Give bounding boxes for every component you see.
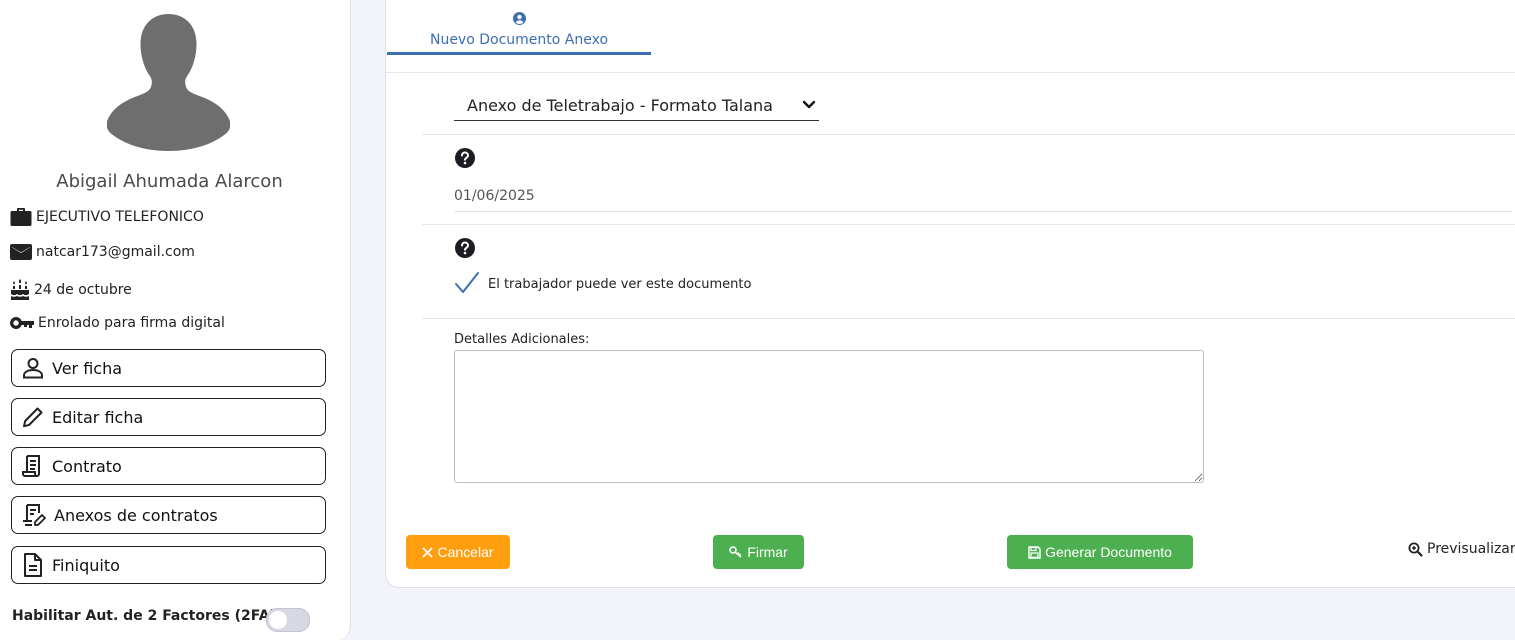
briefcase-icon — [10, 208, 32, 226]
template-select[interactable]: Anexo de Teletrabajo - Formato Talana — [454, 90, 819, 121]
toggle-knob — [269, 611, 287, 629]
details-textarea[interactable] — [454, 350, 1204, 483]
zoom-in-icon — [1408, 542, 1423, 557]
generate-document-button[interactable]: Generar Documento — [1007, 535, 1193, 569]
tab-label: Nuevo Documento Anexo — [429, 32, 609, 48]
sign-label: Firmar — [747, 544, 788, 560]
email-text: natcar173@gmail.com — [36, 244, 195, 260]
row-divider — [422, 134, 1515, 135]
user-circle-icon — [513, 12, 526, 25]
person-icon — [23, 358, 43, 379]
cake-icon — [11, 279, 29, 300]
birthday-row: 24 de octubre — [10, 279, 132, 301]
preview-label: Previsualizar — [1427, 541, 1515, 557]
edit-profile-button[interactable]: Editar ficha — [11, 398, 326, 436]
settlement-label: Finiquito — [52, 555, 120, 575]
row-divider — [422, 318, 1515, 319]
key-icon — [729, 546, 742, 558]
document-icon — [24, 553, 42, 577]
edit-profile-label: Editar ficha — [52, 407, 144, 427]
visibility-label[interactable]: El trabajador puede ver este documento — [488, 277, 751, 292]
two-factor-toggle[interactable] — [266, 608, 310, 632]
cancel-button[interactable]: Cancelar — [406, 535, 510, 569]
chevron-down-icon — [802, 100, 816, 109]
employee-name: Abigail Ahumada Alarcon — [56, 171, 283, 192]
contract-label: Contrato — [52, 456, 122, 476]
position-row: EJECUTIVO TELEFONICO — [10, 207, 204, 227]
email-row: natcar173@gmail.com — [10, 243, 195, 261]
date-field[interactable]: 01/06/2025 — [454, 181, 1512, 212]
envelope-icon — [10, 244, 32, 260]
question-circle-icon[interactable] — [455, 148, 475, 168]
pencil-icon — [23, 407, 43, 428]
signature-row: Enrolado para firma digital — [10, 315, 225, 331]
question-circle-icon[interactable] — [455, 238, 475, 258]
tab-divider — [386, 72, 1515, 73]
close-icon — [422, 546, 434, 558]
annexes-button[interactable]: Anexos de contratos — [11, 496, 326, 534]
person-silhouette-icon — [107, 14, 230, 151]
birthday-text: 24 de octubre — [34, 282, 132, 298]
contract-edit-icon — [23, 504, 46, 526]
annexes-label: Anexos de contratos — [54, 505, 218, 525]
tab-new-annex-document[interactable]: Nuevo Documento Anexo — [387, 1, 651, 55]
date-field-value: 01/06/2025 — [454, 188, 535, 204]
preview-button[interactable]: Previsualizar — [1408, 541, 1515, 557]
save-icon — [1028, 545, 1041, 559]
scroll-icon — [22, 455, 40, 477]
signature-text: Enrolado para firma digital — [38, 315, 225, 331]
document-card: Nuevo Documento Anexo Anexo de Teletraba… — [385, 0, 1515, 588]
template-select-value: Anexo de Teletrabajo - Formato Talana — [467, 95, 773, 115]
cancel-label: Cancelar — [437, 544, 494, 560]
row-divider — [422, 224, 1515, 225]
view-profile-label: Ver ficha — [52, 358, 123, 378]
contract-button[interactable]: Contrato — [11, 447, 326, 485]
profile-sidebar: Abigail Ahumada Alarcon EJECUTIVO TELEFO… — [0, 0, 351, 640]
two-factor-label: Habilitar Aut. de 2 Factores (2FA): — [12, 608, 282, 624]
checkmark-icon[interactable] — [454, 271, 480, 295]
position-text: EJECUTIVO TELEFONICO — [36, 209, 204, 225]
settlement-button[interactable]: Finiquito — [11, 546, 326, 584]
details-label: Detalles Adicionales: — [454, 332, 590, 347]
view-profile-button[interactable]: Ver ficha — [11, 349, 326, 387]
generate-label: Generar Documento — [1045, 544, 1172, 560]
sign-button[interactable]: Firmar — [713, 535, 804, 569]
key-icon — [10, 316, 34, 329]
